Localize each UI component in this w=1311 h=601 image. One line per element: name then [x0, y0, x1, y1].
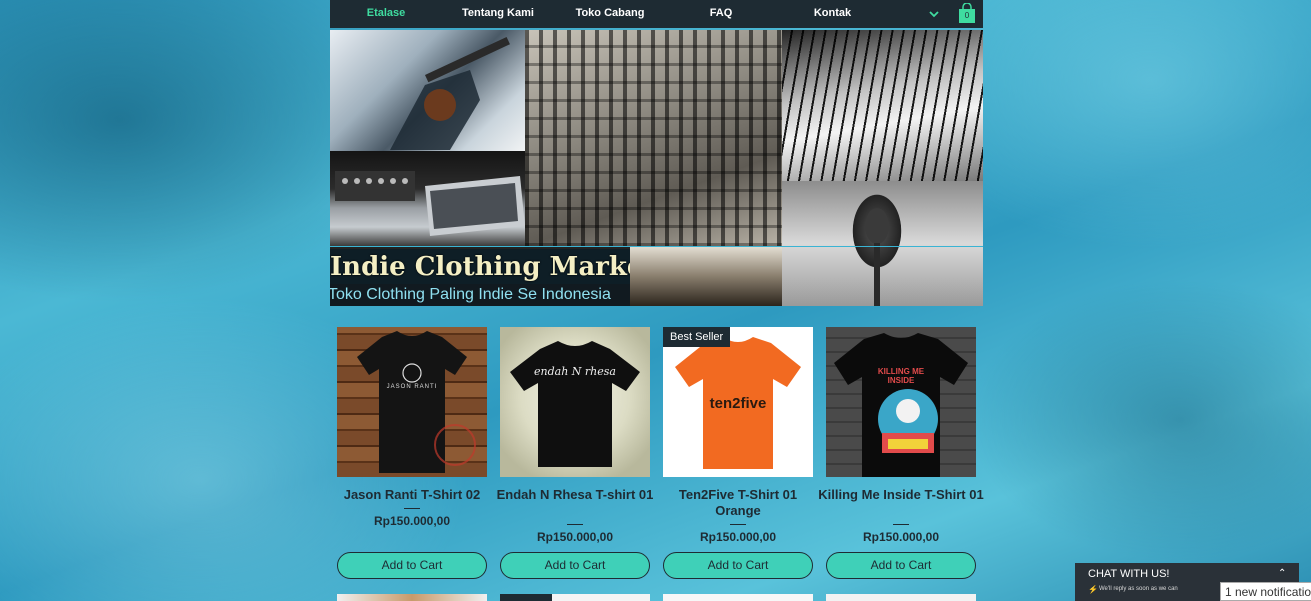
nav-item-etalase[interactable]: Etalase	[352, 0, 420, 28]
chevron-down-icon[interactable]	[927, 7, 941, 21]
product-name[interactable]: Killing Me Inside T-Shirt 01	[818, 487, 984, 503]
add-to-cart-button[interactable]: Add to Cart	[500, 552, 650, 579]
product-name[interactable]: Ten2Five T-Shirt 01 Orange	[655, 487, 821, 519]
product-price: Rp150.000,00	[699, 530, 777, 544]
tshirt-icon	[834, 333, 968, 477]
cart-count: 0	[964, 11, 970, 20]
records-photo	[630, 246, 782, 306]
add-to-cart-button[interactable]: Add to Cart	[337, 552, 487, 579]
hero-divider	[330, 246, 983, 247]
product-image-next-row[interactable]	[663, 594, 813, 601]
top-nav: Etalase Tentang Kami Toko Cabang FAQ Kon…	[330, 0, 983, 28]
hero-subtitle: Toko Clothing Paling Indie Se Indonesia	[330, 284, 630, 306]
product-image[interactable]: JASON RANTI	[337, 327, 487, 477]
name-separator	[730, 524, 746, 525]
shirt-print-text: ten2five	[709, 395, 767, 412]
product-price: Rp150.000,00	[862, 530, 940, 544]
product-name[interactable]: Endah N Rhesa T-shirt 01	[492, 487, 658, 503]
name-separator	[567, 524, 583, 525]
nav-item-tentang-kami[interactable]: Tentang Kami	[448, 0, 548, 28]
chat-subtitle: We'll reply as soon as we can	[1099, 586, 1178, 592]
shirt-print-text: JASON RANTI	[386, 384, 438, 390]
cart-icon[interactable]: 0	[958, 2, 976, 23]
product-image[interactable]: endah N rhesa	[500, 327, 650, 477]
add-to-cart-button[interactable]: Add to Cart	[826, 552, 976, 579]
name-separator	[893, 524, 909, 525]
product-image[interactable]: ten2five Best Seller	[663, 327, 813, 477]
nav-item-toko-cabang[interactable]: Toko Cabang	[560, 0, 660, 28]
piano-photo	[782, 30, 983, 181]
tshirt-icon	[510, 341, 640, 467]
lightning-icon: ⚡	[1088, 585, 1098, 594]
product-image-next-row[interactable]	[337, 594, 487, 601]
nav-item-kontak[interactable]: Kontak	[800, 0, 865, 28]
laptop-mixer-photo	[330, 151, 525, 246]
best-seller-badge: Best Seller	[663, 327, 731, 347]
hero-banner: Indie Clothing Market Toko Clothing Pali…	[330, 30, 983, 306]
product-price: Rp150.000,00	[536, 530, 614, 544]
shirt-print-text: endah N rhesa	[534, 365, 616, 378]
mixing-console-photo	[525, 30, 782, 246]
product-image[interactable]: KILLING ME INSIDE	[826, 327, 976, 477]
product-image-next-row[interactable]	[500, 594, 650, 601]
chat-title[interactable]: CHAT WITH US!	[1088, 568, 1169, 580]
product-name[interactable]: Jason Ranti T-Shirt 02	[329, 487, 495, 503]
microphone-photo	[782, 181, 983, 306]
hero-title: Indie Clothing Market	[330, 249, 630, 285]
tshirt-icon	[357, 331, 476, 473]
notification-toast[interactable]: 1 new notification	[1220, 582, 1311, 601]
product-price: Rp150.000,00	[373, 514, 451, 528]
product-image-next-row[interactable]	[826, 594, 976, 601]
shirt-print-text: KILLING ME INSIDE	[877, 367, 925, 385]
add-to-cart-button[interactable]: Add to Cart	[663, 552, 813, 579]
nav-item-faq[interactable]: FAQ	[696, 0, 746, 28]
name-separator	[404, 508, 420, 509]
chevron-up-icon[interactable]: ⌃	[1278, 568, 1286, 579]
guitarist-photo	[330, 30, 525, 151]
